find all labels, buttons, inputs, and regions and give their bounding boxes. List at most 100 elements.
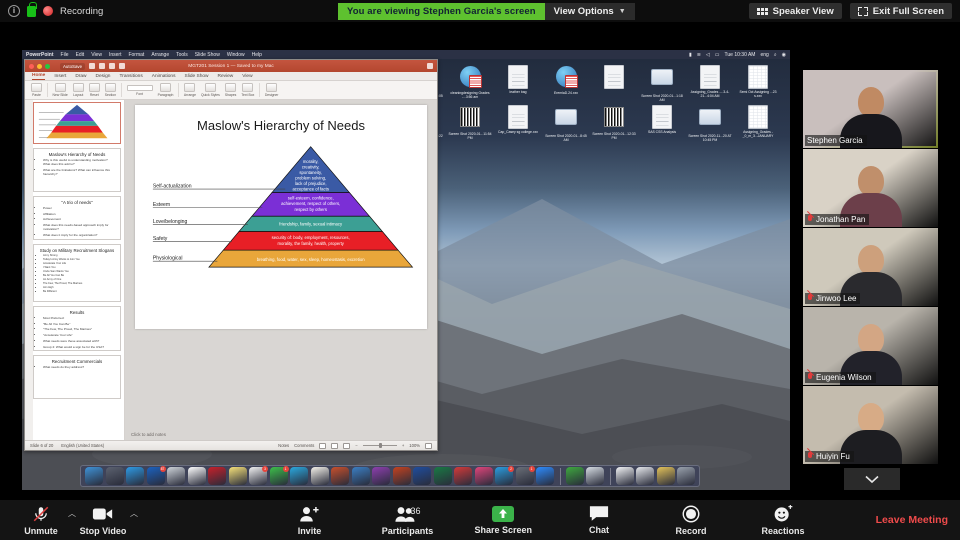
mac-menu-edit[interactable]: Edit	[76, 52, 85, 58]
dock-excel-icon[interactable]	[434, 467, 452, 485]
dock-globe-icon[interactable]	[352, 467, 370, 485]
tab-draw[interactable]: Draw	[75, 74, 86, 79]
ribbon-button-quick-styles[interactable]: Quick Styles	[201, 83, 220, 97]
dock-preview-icon[interactable]	[586, 467, 604, 485]
tab-design[interactable]: Design	[96, 74, 111, 79]
mac-menu-arrange[interactable]: Arrange	[151, 52, 169, 58]
dock-contacts-icon[interactable]	[167, 467, 185, 485]
share-screen-button[interactable]: Share Screen	[474, 506, 532, 535]
desktop-icon[interactable]: Screen Shot 2020-01...1:18 AM	[640, 65, 684, 103]
mac-menu-window[interactable]: Window	[227, 52, 245, 58]
desktop-icon[interactable]: SAS CSS Analysis	[640, 105, 684, 143]
battery-icon[interactable]: ▮	[689, 52, 692, 58]
dock-keynote-icon[interactable]	[636, 467, 654, 485]
ribbon-button-new-slide[interactable]: New Slide	[53, 83, 68, 97]
mac-menu-file[interactable]: File	[61, 52, 69, 58]
dock-zoom-icon[interactable]	[536, 467, 554, 485]
normal-view-icon[interactable]	[319, 443, 326, 449]
meeting-info-icon[interactable]: i	[8, 5, 20, 17]
dock-word-icon[interactable]	[413, 467, 431, 485]
dock-appstore-icon[interactable]: 2	[495, 467, 513, 485]
minimize-window-icon[interactable]	[37, 64, 42, 69]
mac-menu-help[interactable]: Help	[252, 52, 262, 58]
slide-thumbnail[interactable]: Maslow's Hierarchy of NeedsWhy is this u…	[33, 148, 121, 192]
dock-pages-icon[interactable]	[616, 467, 634, 485]
dock-photos-icon[interactable]	[657, 467, 675, 485]
close-window-icon[interactable]	[29, 64, 34, 69]
font-name-input[interactable]	[127, 85, 153, 91]
tab-transitions[interactable]: Transitions	[119, 74, 142, 79]
mac-menu-insert[interactable]: Insert	[109, 52, 122, 58]
dock-calendar-icon[interactable]	[188, 467, 206, 485]
tab-slideshow[interactable]: Slide Show	[185, 74, 209, 79]
reading-view-icon[interactable]	[343, 443, 350, 449]
wifi-icon[interactable]: ≋	[697, 52, 701, 58]
mac-menu-app[interactable]: PowerPoint	[26, 52, 54, 58]
window-controls[interactable]	[25, 64, 50, 69]
tab-insert[interactable]: Insert	[54, 74, 66, 79]
notes-toggle-button[interactable]: Notes	[278, 443, 289, 448]
tab-home[interactable]: Home	[32, 73, 45, 80]
menu-clock[interactable]: Tue 10:30 AM	[725, 52, 756, 58]
spotlight-search-icon[interactable]: ⌕	[774, 52, 777, 58]
dock-powerpoint-icon[interactable]	[393, 467, 411, 485]
dock-systempref-icon[interactable]: 1	[516, 467, 534, 485]
chat-button[interactable]: Chat	[572, 505, 626, 535]
mac-menu-format[interactable]: Format	[128, 52, 144, 58]
video-options-chevron[interactable]: ︿	[130, 508, 138, 533]
tab-view[interactable]: View	[242, 74, 252, 79]
reactions-button[interactable]: Reactions	[756, 505, 810, 536]
participant-tile[interactable]: Eugenia Wilson	[803, 307, 938, 385]
current-slide[interactable]: Maslow's Hierarchy of Needs morality, cr…	[135, 105, 427, 329]
undo-icon[interactable]	[109, 63, 115, 69]
volume-icon[interactable]: ◁	[706, 52, 710, 58]
ribbon-button-layout[interactable]: Layout	[73, 83, 84, 97]
zoom-in-icon[interactable]: +	[402, 443, 404, 448]
dock-launchpad-icon[interactable]	[106, 467, 124, 485]
ribbon-tab-strip[interactable]: Home Insert Draw Design Transitions Anim…	[25, 72, 437, 81]
slide-thumbnail[interactable]: "A trio of needs"PowerAffiliationAchieve…	[33, 196, 121, 240]
ribbon-button-paste[interactable]: Paste	[31, 83, 42, 97]
dock-itunes-icon[interactable]	[475, 467, 493, 485]
dock-acrobat-icon[interactable]	[208, 467, 226, 485]
view-options-button[interactable]: View Options ▼	[545, 3, 635, 20]
desktop-icon[interactable]: EremiaD.24.xxx	[544, 65, 588, 103]
quick-access-toolbar[interactable]: AutoSave	[60, 63, 125, 70]
mac-menu-slideshow[interactable]: Slide Show	[195, 52, 220, 58]
desktop-icon[interactable]: Screen Shot 2020-01...12:33 PM	[592, 105, 636, 143]
speaker-view-button[interactable]: Speaker View	[749, 3, 842, 19]
home-icon[interactable]	[89, 63, 95, 69]
desktop-icon[interactable]	[592, 65, 636, 103]
ribbon-button-arrange[interactable]: Arrange	[184, 83, 196, 97]
slide-sorter-view-icon[interactable]	[331, 443, 338, 449]
input-source-label[interactable]: eng	[760, 52, 768, 58]
desktop-icon[interactable]: leather bag	[496, 65, 540, 103]
desktop-icon[interactable]: Cap_Casey sg college.xxx	[496, 105, 540, 143]
mac-dock[interactable]: 873121	[80, 465, 700, 487]
dock-numbers-icon[interactable]	[566, 467, 584, 485]
dock-safari-icon[interactable]	[126, 467, 144, 485]
zoom-window-icon[interactable]	[45, 64, 50, 69]
desktop-icon[interactable]: Screen Shot 2020-01...11:54 PM	[448, 105, 492, 143]
participant-tile[interactable]: Stephen Garcia	[803, 70, 938, 148]
slide-thumbnail[interactable]: ResultsMost Preferred:"Be All You Can Be…	[33, 306, 121, 351]
dock-block-icon[interactable]	[454, 467, 472, 485]
ribbon-button-shapes[interactable]: Shapes	[225, 83, 237, 97]
tab-review[interactable]: Review	[218, 74, 234, 79]
dock-textedit-icon[interactable]	[311, 467, 329, 485]
slide-thumbnail-selected[interactable]	[33, 102, 121, 144]
participant-tile[interactable]: Jinwoo Lee	[803, 228, 938, 306]
desktop-icon[interactable]: Screen Shot 2020-11...20 AT 10:45 PM	[688, 105, 732, 143]
save-icon[interactable]	[99, 63, 105, 69]
powerpoint-window[interactable]: AutoSave MGT201 Session 1 — Saved to my …	[24, 59, 438, 451]
slide-editor-area[interactable]: Maslow's Hierarchy of Needs morality, cr…	[125, 100, 437, 440]
slide-thumbnail[interactable]: Recruitment CommercialsWhat needs do the…	[33, 355, 121, 399]
comments-toggle-button[interactable]: Comments	[294, 443, 314, 448]
stop-video-button[interactable]: Stop Video	[76, 505, 130, 536]
ribbon-paragraph-group[interactable]: Paragraph	[158, 83, 174, 97]
dock-trash-bin-icon[interactable]	[331, 467, 349, 485]
ribbon-button-section[interactable]: Section	[105, 83, 116, 97]
redo-icon[interactable]	[119, 63, 125, 69]
slide-thumbnail[interactable]: Study on Military Recruitment SlogansArm…	[33, 244, 121, 302]
dock-messages-icon[interactable]: 1	[270, 467, 288, 485]
